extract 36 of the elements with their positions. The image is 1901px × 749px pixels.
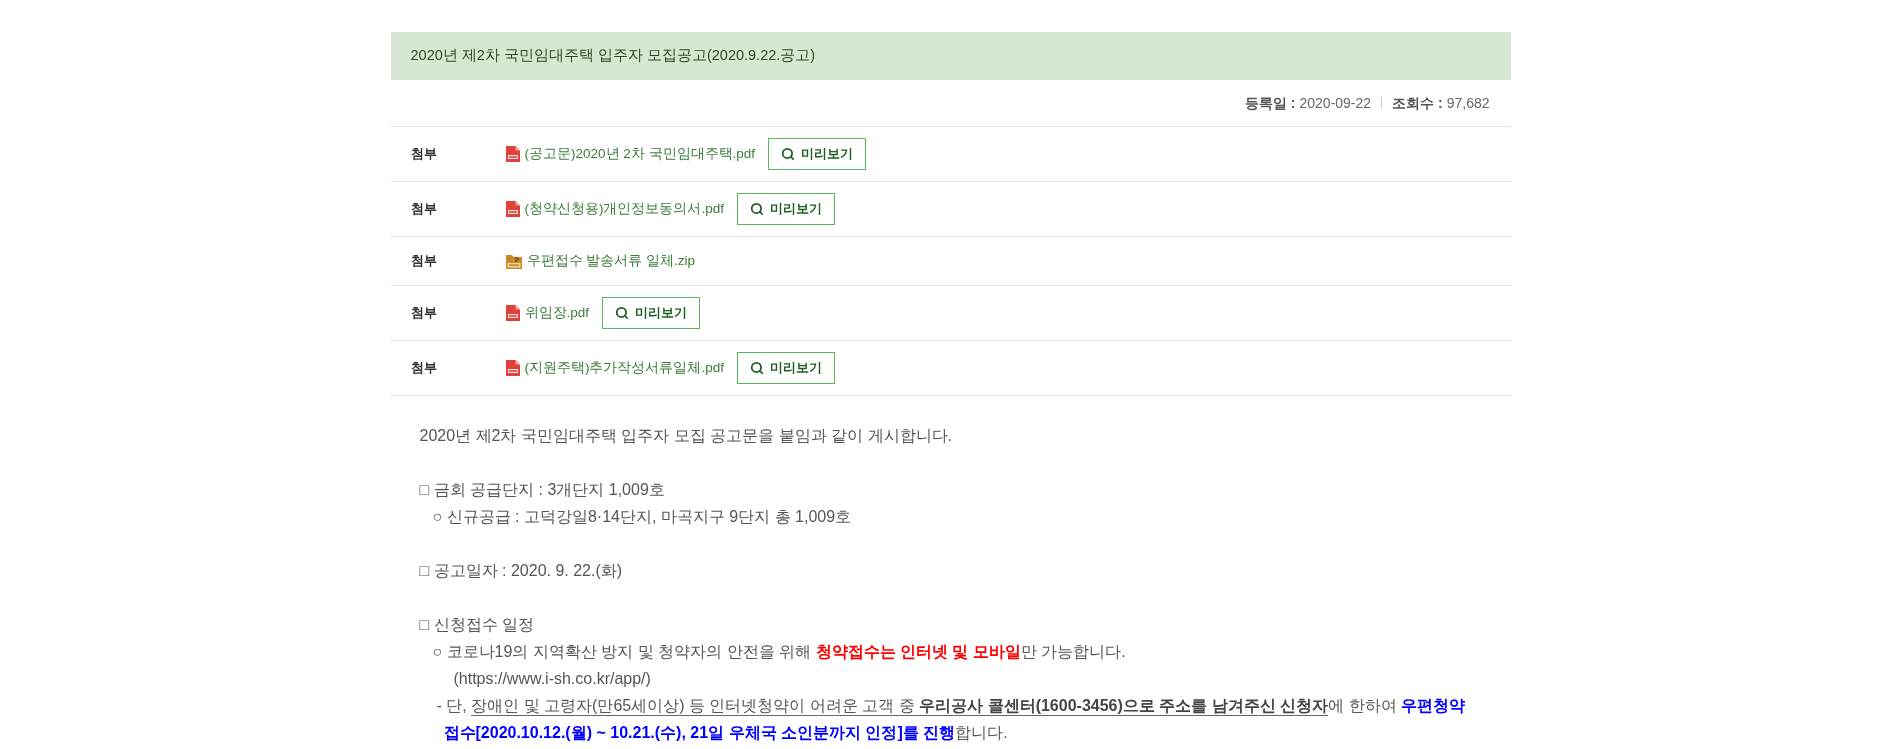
- intro-text: 2020년 제2차 국민임대주택 입주자 모집 공고문을 붙임과 같이 게시합니다.: [419, 426, 953, 446]
- preview-button[interactable]: 미리보기: [737, 193, 835, 225]
- document-icon: [505, 201, 520, 217]
- file-link[interactable]: 위임장.pdf: [524, 300, 590, 326]
- file-link[interactable]: 우편접수 발송서류 일체.zip: [526, 248, 695, 274]
- document-icon: [505, 360, 520, 376]
- attachment-label: 첨부: [409, 200, 438, 219]
- zipper-folder-icon: [505, 253, 522, 269]
- list-item: - 단, 장애인 및 고령자(만65세이상) 등 인터넷청약이 어려운 고객 중 우리공사 콜센터(1600-3456)으로 주소를 남겨주신 신청자에 한하여 우편청약접수[2020.10.12.(월) ~ 10.21.(수), 21일 우체국 소인분까지 인정]를 진행합니다.: [435, 696, 1467, 743]
- search-icon: [750, 202, 764, 216]
- preview-button[interactable]: 미리보기: [737, 352, 835, 384]
- attachment-label: 첨부: [409, 252, 438, 271]
- preview-button[interactable]: 미리보기: [602, 297, 701, 329]
- list-item: ○ 코로나19의 지역확산 방지 및 청약자의 안전을 위해 청약접수는 인터넷 및 모바일만 가능합니다.: [431, 642, 1127, 662]
- file-link[interactable]: (지원주택)추가작성서류일체.pdf: [524, 355, 724, 381]
- search-icon: [615, 306, 630, 320]
- meta-label: 등록일 :: [1244, 93, 1296, 113]
- attachment-label: 첨부: [409, 304, 438, 323]
- document-icon: [505, 146, 520, 162]
- section-heading: □ 금회 공급단지 : 3개단지 1,009호: [419, 480, 666, 500]
- search-icon: [781, 147, 796, 161]
- section-heading: □ 신청접수 일정: [419, 615, 536, 635]
- section-heading: □ 공고일자 : 2020. 9. 22.(화): [419, 561, 624, 581]
- meta-label: 조회수 :: [1392, 93, 1443, 113]
- post-title: 2020년 제2차 국민임대주택 입주자 모집공고(2020.9.22.공고): [410, 46, 816, 66]
- list-item: ○ 신규공급 : 고덕강일8·14단지, 마곡지구 9단지 총 1,009호: [431, 507, 853, 527]
- meta-value: 97,682: [1446, 93, 1490, 113]
- file-link[interactable]: (청약신청용)개인정보동의서.pdf: [524, 196, 724, 222]
- file-link[interactable]: (공고문)2020년 2차 국민임대주택.pdf: [524, 141, 756, 167]
- attachment-label: 첨부: [409, 145, 438, 164]
- preview-button[interactable]: 미리보기: [768, 138, 867, 170]
- list-item: (https://www.i-sh.co.kr/app/): [452, 669, 652, 689]
- meta-value: 2020-09-22: [1299, 93, 1372, 113]
- attachment-label: 첨부: [409, 359, 438, 378]
- search-icon: [750, 361, 764, 375]
- document-icon: [505, 305, 520, 321]
